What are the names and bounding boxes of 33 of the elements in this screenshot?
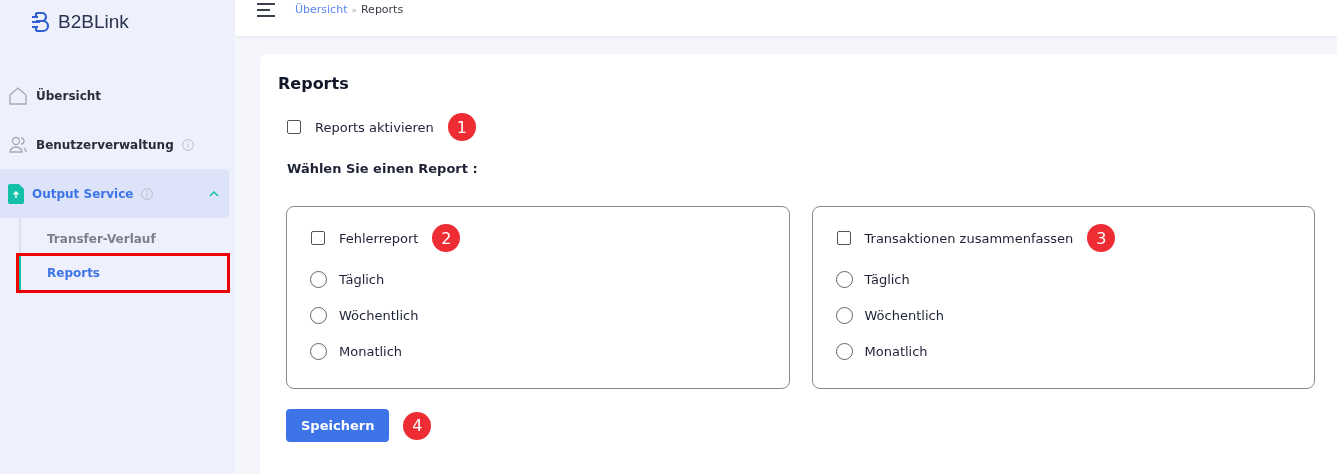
home-icon bbox=[8, 85, 28, 106]
radio-label: Täglich bbox=[339, 272, 385, 287]
menu-icon[interactable] bbox=[257, 3, 275, 17]
logo-text: B2BLink bbox=[58, 11, 129, 33]
radio-label: Monatlich bbox=[864, 344, 928, 359]
file-upload-icon bbox=[8, 183, 24, 204]
radio-label: Wöchentlich bbox=[864, 308, 944, 323]
annotation-badge: 3 bbox=[1087, 224, 1116, 252]
radio-label: Monatlich bbox=[339, 344, 403, 359]
users-icon bbox=[8, 134, 28, 155]
card-title: Reports bbox=[278, 74, 350, 93]
section-label: Wählen Sie einen Report : bbox=[287, 161, 479, 176]
checkbox[interactable] bbox=[836, 231, 851, 245]
checkbox-label: Transaktionen zusammenfassen bbox=[864, 230, 1074, 246]
checkbox[interactable] bbox=[311, 231, 325, 245]
sidebar-subitem[interactable]: Reports bbox=[19, 256, 227, 290]
chevron-icon bbox=[209, 190, 219, 197]
annotation-badge: 2 bbox=[432, 224, 461, 252]
sidebar-item[interactable]: Übersicht bbox=[0, 71, 229, 120]
sidebar-item[interactable]: Output Service bbox=[0, 169, 229, 218]
breadcrumb-item: Reports bbox=[360, 3, 404, 16]
sidebar-item[interactable]: Benutzerverwaltung bbox=[0, 120, 229, 169]
breadcrumb-item[interactable]: Übersicht bbox=[295, 3, 348, 16]
checkbox[interactable] bbox=[287, 120, 301, 134]
annotation-badge: 4 bbox=[403, 411, 432, 440]
breadcrumb-separator: » bbox=[351, 4, 357, 15]
radio-label: Wöchentlich bbox=[339, 308, 419, 323]
checkbox-label: Reports aktivieren bbox=[315, 119, 434, 135]
annotation-badge: 1 bbox=[447, 113, 476, 141]
radio-label: Täglich bbox=[864, 272, 910, 287]
sidebar-subitem[interactable]: Transfer-Verlauf bbox=[21, 222, 235, 256]
save-button[interactable]: Speichern bbox=[286, 409, 390, 442]
checkbox-label: Fehlerreport bbox=[339, 230, 419, 246]
